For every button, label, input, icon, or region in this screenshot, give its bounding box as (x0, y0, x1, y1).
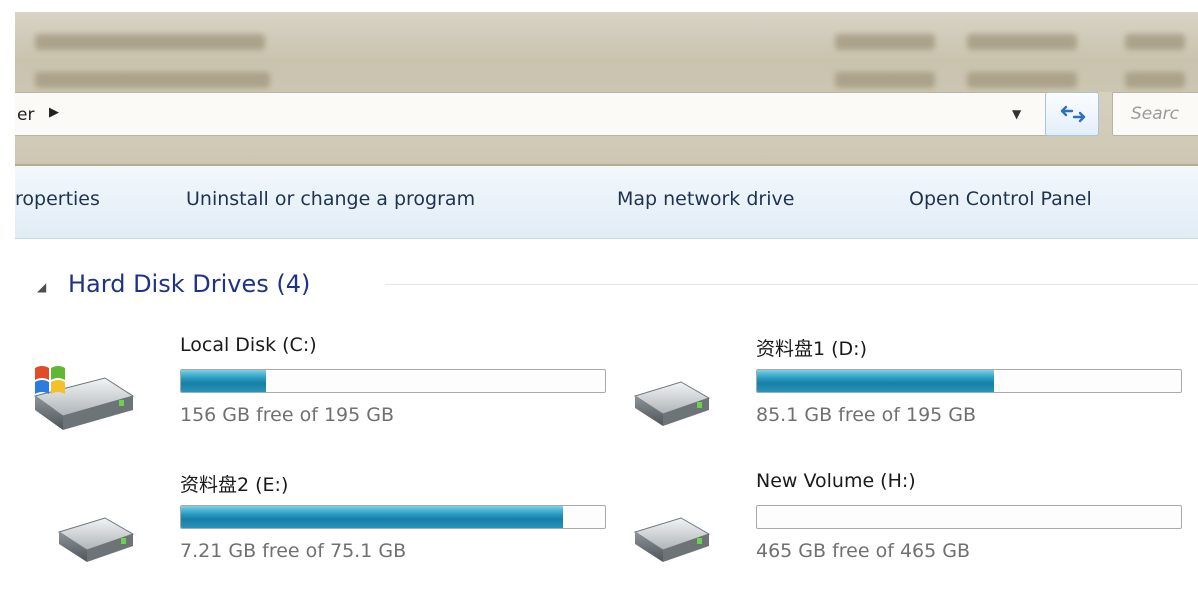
open-control-panel-button[interactable]: Open Control Panel (909, 188, 1092, 210)
drive-usage-bar (756, 369, 1182, 393)
drive-free-space: 465 GB free of 465 GB (756, 540, 971, 562)
uninstall-program-button[interactable]: Uninstall or change a program (186, 188, 475, 210)
map-network-drive-button[interactable]: Map network drive (617, 188, 794, 210)
search-input[interactable]: Searc (1112, 92, 1198, 136)
drive-item[interactable]: 资料盘1 (D:) 85.1 GB free of 195 GB (605, 334, 1182, 454)
drive-name: New Volume (H:) (756, 470, 916, 492)
drive-free-space: 7.21 GB free of 75.1 GB (180, 540, 407, 562)
hard-drive-icon (633, 381, 711, 426)
drive-usage-bar (180, 505, 606, 529)
drive-name: Local Disk (C:) (180, 334, 317, 356)
drive-item[interactable]: Local Disk (C:) 156 GB free of 195 GB (29, 334, 606, 454)
command-bar: roperties Uninstall or change a program … (15, 166, 1198, 239)
explorer-window: er ▶ ▼ Searc roperties Uninstall or chan… (15, 12, 1198, 598)
hard-drive-icon (57, 517, 135, 562)
windows-system-drive-icon (33, 366, 135, 430)
blurred-background-window (15, 12, 1198, 92)
group-title: Hard Disk Drives (4) (68, 270, 311, 298)
drive-usage-bar (180, 369, 606, 393)
system-properties-button[interactable]: roperties (15, 188, 100, 210)
drive-usage-fill (181, 370, 266, 392)
drive-name: 资料盘1 (D:) (756, 338, 867, 360)
drive-item[interactable]: 资料盘2 (E:) 7.21 GB free of 75.1 GB (29, 470, 606, 590)
drive-name: 资料盘2 (E:) (180, 474, 289, 496)
drive-usage-bar (756, 505, 1182, 529)
collapse-triangle-icon[interactable]: ◢ (37, 280, 46, 294)
navigation-bar: er ▶ ▼ Searc (15, 92, 1198, 166)
breadcrumb-item[interactable]: er (17, 105, 34, 125)
drive-usage-fill (181, 506, 563, 528)
refresh-button[interactable] (1045, 92, 1099, 136)
drive-free-space: 156 GB free of 195 GB (180, 404, 395, 426)
hard-drive-icon (633, 517, 711, 562)
drive-usage-fill (757, 370, 995, 392)
address-bar[interactable]: er ▶ ▼ (15, 92, 1098, 136)
group-divider (385, 284, 1198, 285)
refresh-icon (1060, 105, 1086, 123)
breadcrumb-arrow-icon[interactable]: ▶ (49, 105, 59, 120)
drive-item[interactable]: New Volume (H:) 465 GB free of 465 GB (605, 470, 1182, 590)
drive-free-space: 85.1 GB free of 195 GB (756, 404, 977, 426)
address-history-dropdown-icon[interactable]: ▼ (1012, 107, 1021, 121)
search-placeholder: Searc (1131, 104, 1180, 124)
